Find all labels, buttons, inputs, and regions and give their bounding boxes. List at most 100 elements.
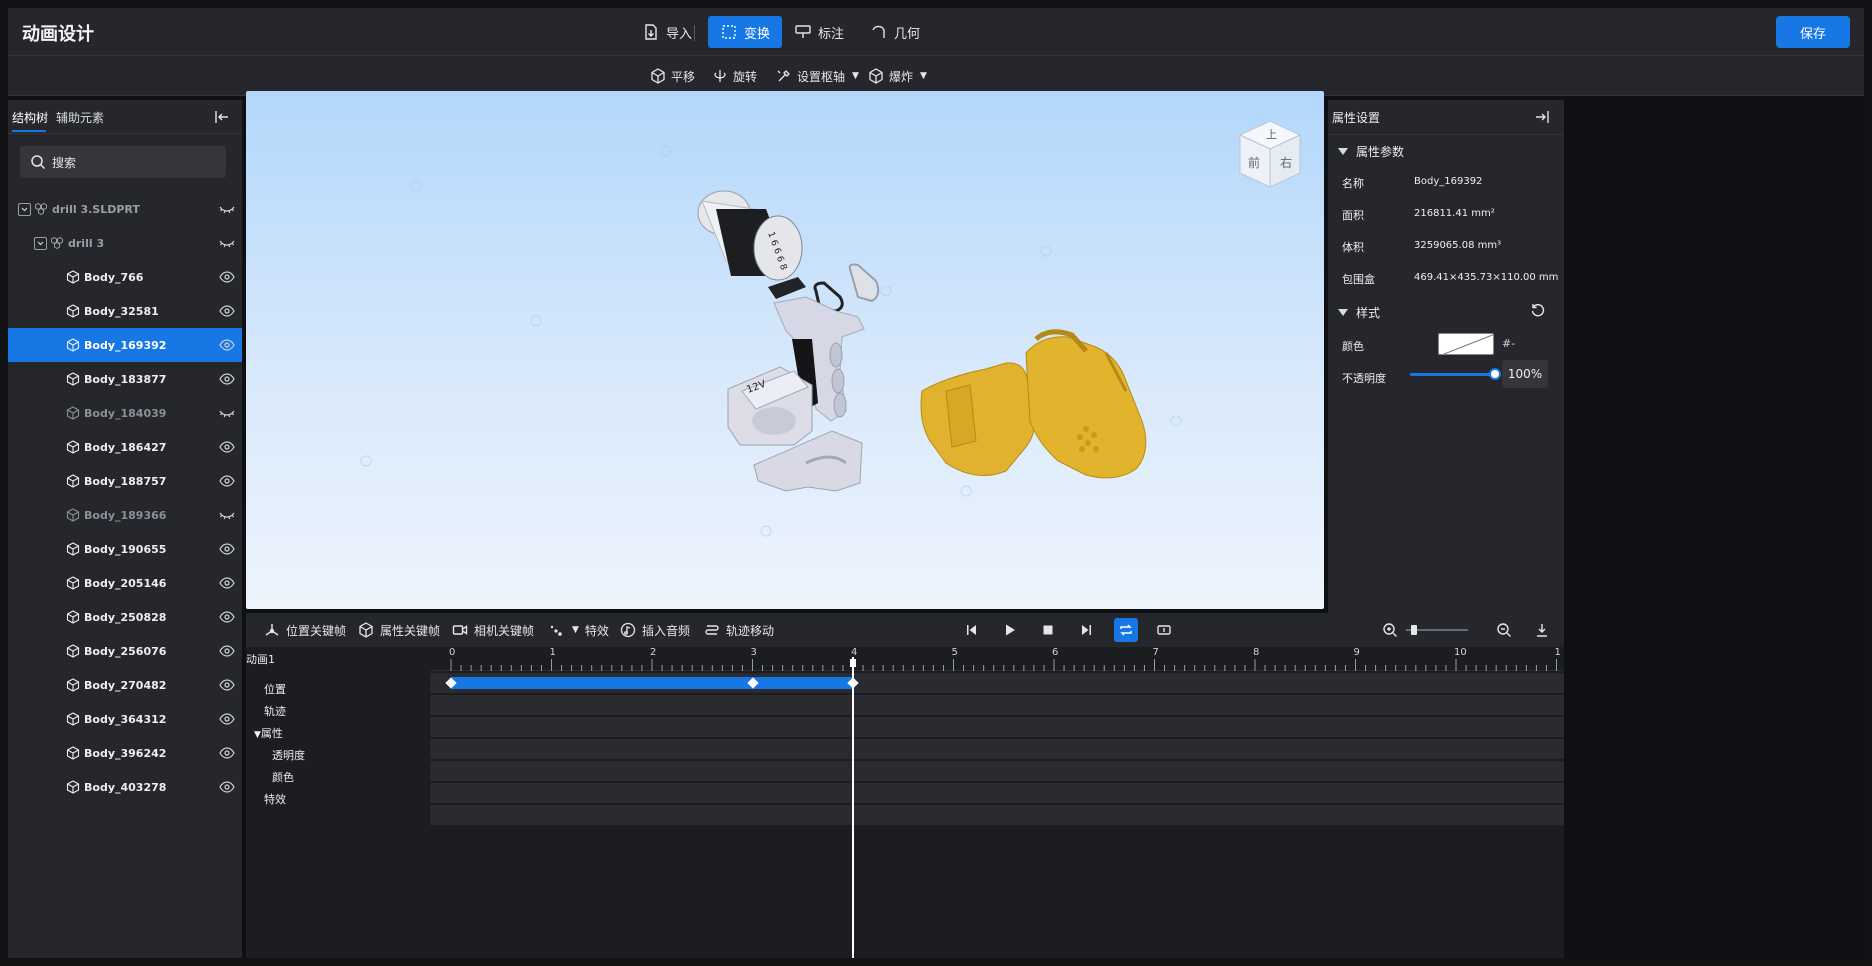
zoom-slider-handle[interactable] <box>1411 625 1417 635</box>
menu-annotate[interactable]: 标注 <box>782 16 856 48</box>
rotate-tool[interactable]: 旋转 <box>712 65 757 87</box>
tree-row[interactable]: Body_190655 <box>8 532 242 566</box>
reset-icon[interactable] <box>1530 302 1546 318</box>
next-frame-button[interactable] <box>1074 618 1098 642</box>
track-path[interactable]: 轨迹 <box>264 703 286 719</box>
opacity-slider-track[interactable] <box>1410 373 1494 376</box>
track-lane[interactable] <box>430 739 1564 759</box>
play-button[interactable] <box>998 618 1022 642</box>
tree-row[interactable]: Body_183877 <box>8 362 242 396</box>
eye-closed-icon[interactable] <box>219 407 235 419</box>
ruler-ticks <box>450 659 1557 671</box>
menu-transform[interactable]: 变换 <box>708 16 783 48</box>
menu-import[interactable]: 导入 <box>630 16 704 48</box>
tree-row[interactable]: Body_205146 <box>8 566 242 600</box>
loop-button[interactable] <box>1114 618 1138 642</box>
timeline-tracks-area[interactable]: 0 1 2 3 4 5 6 7 8 9 10 1 <box>430 647 1564 958</box>
cube-face-right[interactable]: 右 <box>1280 155 1292 170</box>
collapse-right-icon[interactable] <box>1534 109 1550 125</box>
tree-row[interactable]: Body_186427 <box>8 430 242 464</box>
track-effects[interactable]: 特效 <box>264 791 286 807</box>
time-ruler[interactable]: 0 1 2 3 4 5 6 7 8 9 10 1 <box>430 647 1564 671</box>
tree-row[interactable]: Body_188757 <box>8 464 242 498</box>
tree-row[interactable]: Body_250828 <box>8 600 242 634</box>
eye-closed-icon[interactable] <box>219 509 235 521</box>
color-swatch[interactable] <box>1438 333 1494 355</box>
translate-tool[interactable]: 平移 <box>650 65 695 87</box>
tree-row[interactable]: Body_364312 <box>8 702 242 736</box>
tree-row[interactable]: Body_184039 <box>8 396 242 430</box>
explode-tool[interactable]: 爆炸 ▼ <box>868 65 927 87</box>
tree-row[interactable]: drill 3.SLDPRT <box>8 192 242 226</box>
eye-icon[interactable] <box>219 577 235 589</box>
eye-icon[interactable] <box>219 679 235 691</box>
prev-frame-button[interactable] <box>960 618 984 642</box>
opacity-input[interactable]: 100% <box>1502 360 1548 388</box>
music-icon <box>620 622 636 638</box>
eye-icon[interactable] <box>219 713 235 725</box>
tree-row[interactable]: Body_256076 <box>8 634 242 668</box>
params-section-header[interactable]: 属性参数 <box>1338 143 1404 160</box>
style-section-header[interactable]: 样式 <box>1338 304 1380 321</box>
collapse-panel-icon[interactable] <box>214 109 230 125</box>
stop-button[interactable] <box>1036 618 1060 642</box>
position-keyframe-range[interactable] <box>451 677 853 689</box>
tree-row[interactable]: Body_396242 <box>8 736 242 770</box>
tree-row[interactable]: Body_32581 <box>8 294 242 328</box>
cube-face-front[interactable]: 前 <box>1248 155 1260 170</box>
loop-once-button[interactable] <box>1152 618 1176 642</box>
track-lane[interactable] <box>430 717 1564 737</box>
eye-icon[interactable] <box>219 339 235 351</box>
eye-icon[interactable] <box>219 373 235 385</box>
playhead-handle[interactable] <box>850 659 856 667</box>
tab-structure-tree[interactable]: 结构树 <box>12 109 48 126</box>
playhead[interactable] <box>852 657 854 958</box>
eye-icon[interactable] <box>219 747 235 759</box>
animation-name[interactable]: 动画1 <box>246 651 275 667</box>
eye-icon[interactable] <box>219 441 235 453</box>
eye-icon[interactable] <box>219 271 235 283</box>
view-cube[interactable]: 上 前 右 <box>1236 119 1304 189</box>
tree-row[interactable]: Body_189366 <box>8 498 242 532</box>
eye-icon[interactable] <box>219 543 235 555</box>
3d-viewport[interactable]: 1 6 6 6 8 12V 上 前 右 <box>246 91 1324 609</box>
zoom-out-button[interactable] <box>1492 618 1516 642</box>
track-lane[interactable] <box>430 805 1564 825</box>
cube-face-top[interactable]: 上 <box>1266 128 1277 141</box>
opacity-slider-handle[interactable] <box>1489 368 1501 380</box>
tree-row[interactable]: drill 3 <box>8 226 242 260</box>
set-pivot-tool[interactable]: 设置枢轴 ▼ <box>776 65 859 87</box>
expand-toggle-icon[interactable] <box>34 236 47 250</box>
search-input[interactable]: 搜索 <box>20 146 226 178</box>
download-button[interactable] <box>1530 618 1554 642</box>
eye-closed-icon[interactable] <box>219 203 235 215</box>
tree-row[interactable]: Body_766 <box>8 260 242 294</box>
eye-icon[interactable] <box>219 781 235 793</box>
camera-keyframe-button[interactable]: 相机关键帧 <box>452 621 534 639</box>
eye-icon[interactable] <box>219 645 235 657</box>
track-lane[interactable] <box>430 695 1564 715</box>
tree-row[interactable]: Body_403278 <box>8 770 242 804</box>
position-keyframe-button[interactable]: 位置关键帧 <box>264 621 346 639</box>
track-position[interactable]: 位置 <box>264 681 286 697</box>
eye-closed-icon[interactable] <box>219 237 235 249</box>
track-color[interactable]: 颜色 <box>272 769 294 785</box>
effects-button[interactable]: ▼ 特效 <box>548 621 609 639</box>
tree-row[interactable]: Body_169392 <box>8 328 242 362</box>
track-lane[interactable] <box>430 761 1564 781</box>
track-lane[interactable] <box>430 783 1564 803</box>
tab-helper-elements[interactable]: 辅助元素 <box>56 109 104 126</box>
tree-row[interactable]: Body_270482 <box>8 668 242 702</box>
eye-icon[interactable] <box>219 611 235 623</box>
save-button[interactable]: 保存 <box>1776 16 1850 48</box>
zoom-in-button[interactable] <box>1378 618 1402 642</box>
property-keyframe-button[interactable]: 属性关键帧 <box>358 621 440 639</box>
track-transparency[interactable]: 透明度 <box>272 747 305 763</box>
eye-icon[interactable] <box>219 475 235 487</box>
eye-icon[interactable] <box>219 305 235 317</box>
path-move-button[interactable]: 轨迹移动 <box>704 621 774 639</box>
insert-audio-button[interactable]: 插入音频 <box>620 621 690 639</box>
expand-toggle-icon[interactable] <box>18 202 31 216</box>
track-property-group[interactable]: ▼属性 <box>254 725 283 741</box>
menu-geometry[interactable]: 几何 <box>858 16 932 48</box>
